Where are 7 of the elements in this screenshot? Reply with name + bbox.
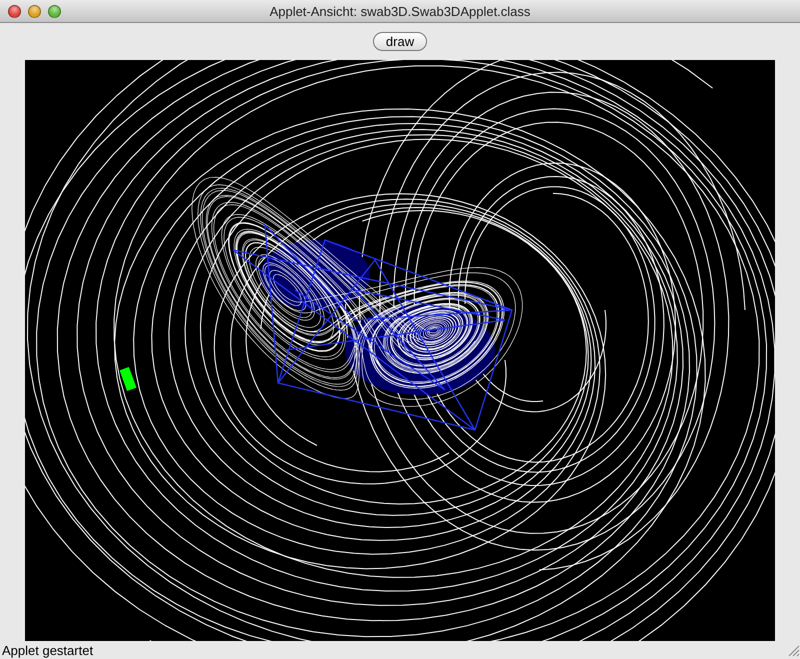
resize-grip-icon[interactable] bbox=[786, 643, 800, 657]
draw-button[interactable]: draw bbox=[372, 32, 428, 51]
minimize-button[interactable] bbox=[28, 4, 41, 18]
zoom-button[interactable] bbox=[48, 4, 61, 18]
status-text: Applet gestartet bbox=[1, 642, 94, 658]
close-button[interactable] bbox=[8, 4, 21, 18]
window-title: Applet-Ansicht: swab3D.Swab3DApplet.class bbox=[270, 4, 530, 18]
